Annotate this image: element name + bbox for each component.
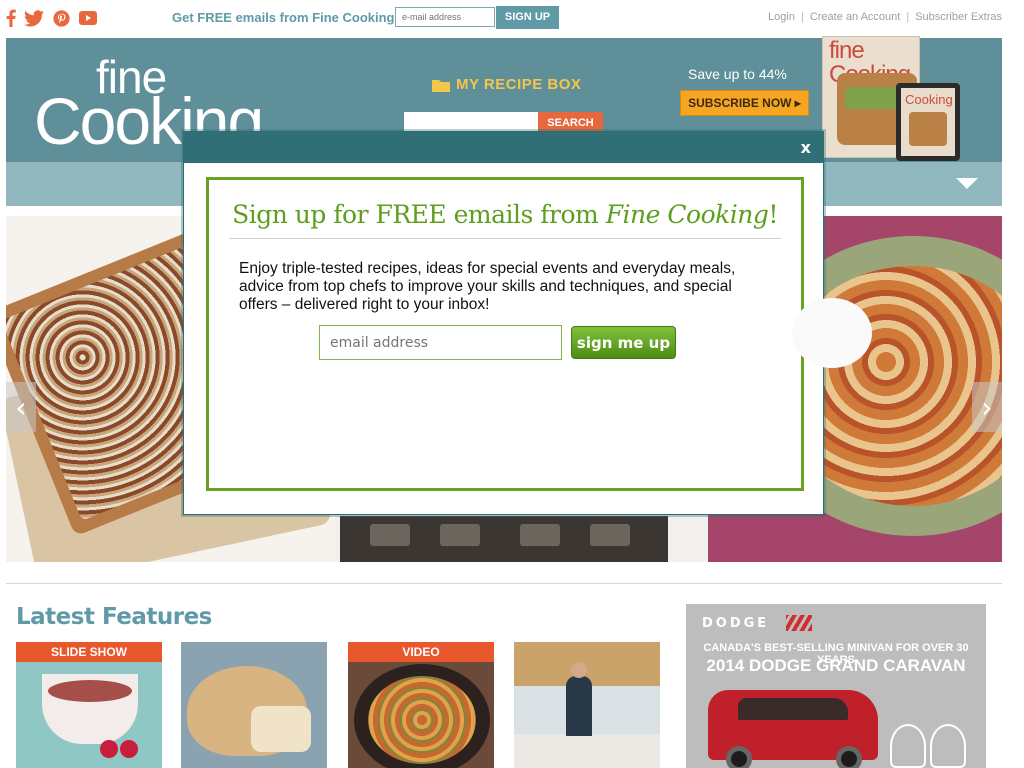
- top-signup-button[interactable]: SIGN UP: [496, 6, 559, 29]
- subscriber-extras-link[interactable]: Subscriber Extras: [915, 11, 1002, 23]
- youtube-icon[interactable]: [78, 7, 98, 29]
- feature-card-bread[interactable]: [181, 642, 327, 768]
- feature-card-video[interactable]: VIDEO: [348, 642, 494, 768]
- feature-card-slideshow[interactable]: SLIDE SHOW: [16, 642, 162, 768]
- ad-headline: 2014 DODGE GRAND CARAVAN: [706, 656, 966, 675]
- sketch-figure-icon: [890, 724, 926, 768]
- modal-divider: [229, 238, 781, 239]
- sketch-figure-icon: [930, 724, 966, 768]
- facebook-icon[interactable]: [4, 7, 18, 29]
- carousel-prev-arrow-icon[interactable]: ‹: [6, 382, 36, 432]
- login-link[interactable]: Login: [768, 11, 795, 23]
- modal-title-bar: x: [184, 132, 823, 163]
- carousel-next-arrow-icon[interactable]: ›: [972, 382, 1002, 432]
- nav-dropdown-chevron-icon[interactable]: [956, 178, 978, 189]
- email-promo-text: Get FREE emails from Fine Cooking: [172, 10, 395, 25]
- create-account-link[interactable]: Create an Account: [810, 11, 901, 23]
- modal-content-frame: Sign up for FREE emails from Fine Cookin…: [206, 177, 804, 491]
- my-recipe-box-link[interactable]: MY RECIPE BOX: [432, 76, 581, 93]
- tablet-edition-image[interactable]: Cooking: [896, 83, 960, 161]
- page: Get FREE emails from Fine Cooking SIGN U…: [0, 0, 1024, 768]
- sign-me-up-button[interactable]: sign me up: [571, 326, 676, 359]
- twitter-icon[interactable]: [23, 7, 45, 29]
- tablet-cover-title: Cooking: [905, 92, 953, 107]
- ad-brand-logo: DODGE: [702, 616, 770, 631]
- recipe-box-label: MY RECIPE BOX: [456, 76, 582, 93]
- section-divider: [6, 583, 1002, 584]
- slide-show-badge: SLIDE SHOW: [16, 642, 162, 662]
- hero-slide-table-image[interactable]: [340, 516, 668, 562]
- top-email-input[interactable]: [395, 7, 495, 27]
- folder-icon: [432, 79, 450, 92]
- subscribe-now-button[interactable]: SUBSCRIBE NOW ▸: [680, 90, 809, 116]
- feature-card-chef-kitchen[interactable]: [514, 642, 660, 768]
- account-links: Login | Create an Account | Subscriber Extra…: [768, 11, 1002, 23]
- pinterest-icon[interactable]: [51, 7, 71, 29]
- save-offer-text: Save up to 44%: [688, 66, 787, 82]
- top-bar: Get FREE emails from Fine Cooking SIGN U…: [0, 0, 1024, 36]
- dodge-stripes-icon: [786, 615, 812, 631]
- modal-description: Enjoy triple-tested recipes, ideas for s…: [239, 260, 736, 313]
- modal-email-input[interactable]: [319, 325, 562, 360]
- email-signup-modal: x Sign up for FREE emails from Fine Cook…: [183, 131, 824, 515]
- video-badge: VIDEO: [348, 642, 494, 662]
- modal-heading: Sign up for FREE emails from Fine Cookin…: [232, 200, 778, 229]
- dodge-advertisement[interactable]: DODGE CANADA'S BEST-SELLING MINIVAN FOR …: [686, 604, 986, 768]
- latest-features-heading: Latest Features: [16, 604, 212, 630]
- close-icon[interactable]: x: [801, 138, 811, 157]
